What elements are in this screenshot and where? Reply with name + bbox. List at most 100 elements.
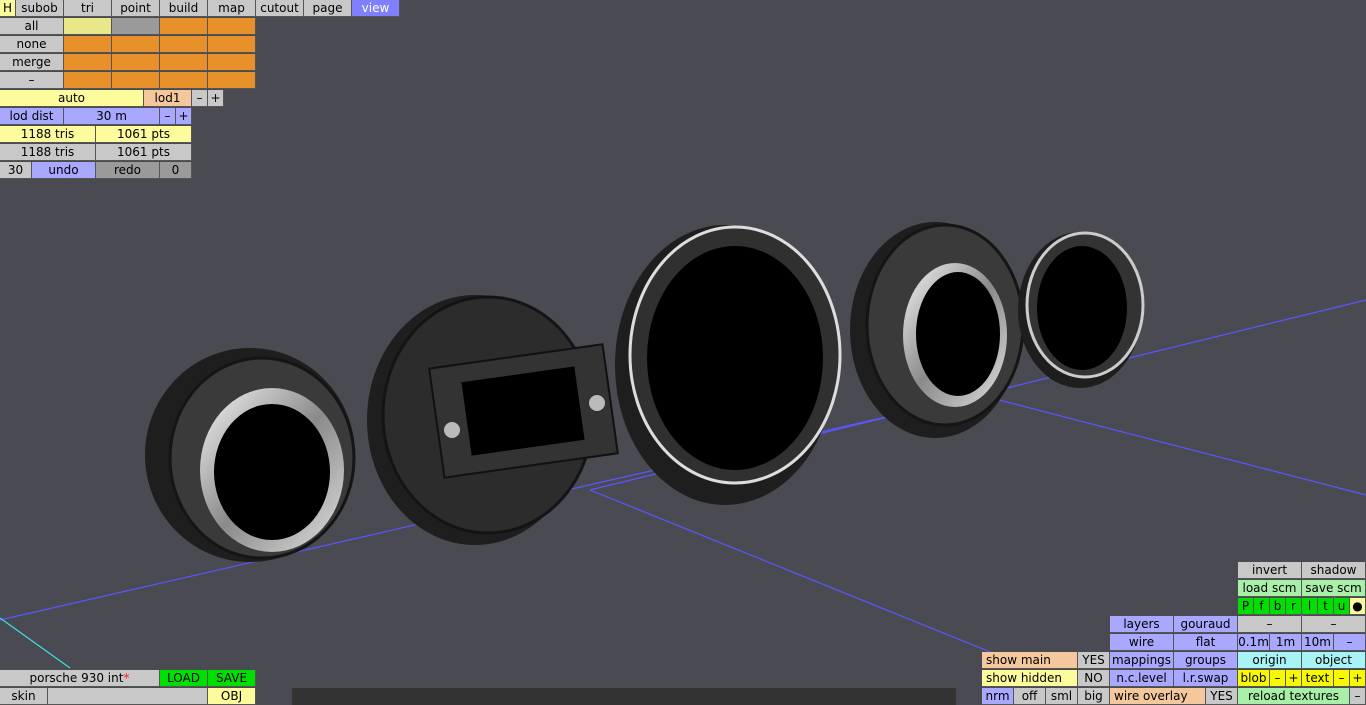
redo-count: 0 (160, 162, 192, 179)
lod-minus-button[interactable]: – (192, 90, 208, 107)
flag-l[interactable]: l (1302, 598, 1318, 615)
flag-f[interactable]: f (1254, 598, 1270, 615)
groups-button[interactable]: groups (1174, 652, 1238, 669)
select-none-button[interactable]: none (0, 36, 64, 53)
dist-10m-button[interactable]: 10m (1302, 634, 1334, 651)
blob-button[interactable]: blob (1238, 670, 1270, 687)
shadow-button[interactable]: shadow (1302, 562, 1366, 579)
axis-line (0, 617, 71, 669)
file-name[interactable]: porsche 930 int* (0, 670, 160, 687)
dist-01m-button[interactable]: 0.1m (1238, 634, 1270, 651)
subob-slot[interactable] (160, 36, 208, 53)
tab-view[interactable]: view (352, 0, 400, 17)
blob-minus-button[interactable]: – (1270, 670, 1286, 687)
lod-plus-button[interactable]: + (208, 90, 224, 107)
object-button[interactable]: object (1302, 652, 1366, 669)
tab-page[interactable]: page (304, 0, 352, 17)
sml-button[interactable]: sml (1046, 688, 1078, 705)
lod-dist-minus-button[interactable]: – (160, 108, 176, 125)
flat-button[interactable]: flat (1174, 634, 1238, 651)
show-main-label: show main (982, 652, 1078, 669)
flag-r[interactable]: r (1286, 598, 1302, 615)
flag-p[interactable]: P (1238, 598, 1254, 615)
subob-slot[interactable] (64, 72, 112, 89)
subob-slot[interactable] (64, 54, 112, 71)
off-button[interactable]: off (1014, 688, 1046, 705)
select-all-button[interactable]: all (0, 18, 64, 35)
show-main-toggle[interactable]: YES (1078, 652, 1110, 669)
undo-count: 30 (0, 162, 32, 179)
tab-build[interactable]: build (160, 0, 208, 17)
text-minus-button[interactable]: – (1334, 670, 1350, 687)
big-button[interactable]: big (1078, 688, 1110, 705)
wire-overlay-label: wire overlay (1110, 688, 1206, 705)
obj-button[interactable]: OBJ (208, 688, 256, 705)
lod-auto-button[interactable]: auto (0, 90, 144, 107)
modified-mark: * (123, 671, 130, 685)
dash-button-right[interactable]: – (1302, 616, 1366, 633)
dist-1m-button[interactable]: 1m (1270, 634, 1302, 651)
layers-button[interactable]: layers (1110, 616, 1174, 633)
load-scm-button[interactable]: load scm (1238, 580, 1302, 597)
reload-textures-button[interactable]: reload textures (1238, 688, 1350, 705)
tab-tri[interactable]: tri (64, 0, 112, 17)
dash-button[interactable]: – (0, 72, 64, 89)
gauge-housing-4 (850, 222, 1025, 438)
load-button[interactable]: LOAD (160, 670, 208, 687)
wire-overlay-toggle[interactable]: YES (1206, 688, 1238, 705)
origin-button[interactable]: origin (1238, 652, 1302, 669)
lod-dist-value[interactable]: 30 m (64, 108, 160, 125)
lod-dist-label: lod dist (0, 108, 64, 125)
subob-slot[interactable] (208, 54, 256, 71)
gouraud-button[interactable]: gouraud (1174, 616, 1238, 633)
subob-slot[interactable] (64, 36, 112, 53)
tab-h[interactable]: H (0, 0, 16, 17)
subob-slot[interactable] (112, 36, 160, 53)
lod-level-button[interactable]: lod1 (144, 90, 192, 107)
mappings-button[interactable]: mappings (1110, 652, 1174, 669)
text-button[interactable]: text (1302, 670, 1334, 687)
subob-slot[interactable] (160, 72, 208, 89)
flag-u[interactable]: u (1334, 598, 1350, 615)
gauge-housing-5 (1018, 231, 1145, 388)
subob-slot[interactable] (112, 18, 160, 35)
undo-button[interactable]: undo (32, 162, 96, 179)
gauge-housing-1 (145, 348, 356, 562)
dash-button-left[interactable]: – (1238, 616, 1302, 633)
subob-slot[interactable] (112, 54, 160, 71)
invert-button[interactable]: invert (1238, 562, 1302, 579)
lr-swap-button[interactable]: l.r.swap (1174, 670, 1238, 687)
wire-button[interactable]: wire (1110, 634, 1174, 651)
skin-label: skin (0, 688, 48, 705)
nc-level-button[interactable]: n.c.level (1110, 670, 1174, 687)
subob-slot[interactable] (160, 18, 208, 35)
flag-dot[interactable]: ● (1350, 598, 1366, 615)
subob-slot[interactable] (160, 54, 208, 71)
redo-button[interactable]: redo (96, 162, 160, 179)
file-name-text: porsche 930 int (29, 671, 124, 685)
save-scm-button[interactable]: save scm (1302, 580, 1366, 597)
blob-plus-button[interactable]: + (1286, 670, 1302, 687)
subob-slot[interactable] (208, 18, 256, 35)
tris-count: 1188 tris (0, 126, 96, 143)
tab-subob[interactable]: subob (16, 0, 64, 17)
subob-slot[interactable] (112, 72, 160, 89)
reload-minus-button[interactable]: – (1350, 688, 1366, 705)
tab-map[interactable]: map (208, 0, 256, 17)
subob-slot[interactable] (208, 72, 256, 89)
lod-dist-plus-button[interactable]: + (176, 108, 192, 125)
save-button[interactable]: SAVE (208, 670, 256, 687)
skin-field[interactable] (48, 688, 208, 705)
flag-t[interactable]: t (1318, 598, 1334, 615)
subob-slot[interactable] (208, 36, 256, 53)
nrm-button[interactable]: nrm (982, 688, 1014, 705)
show-hidden-toggle[interactable]: NO (1078, 670, 1110, 687)
text-plus-button[interactable]: + (1350, 670, 1366, 687)
subob-slot[interactable] (64, 18, 112, 35)
dist-minus-button[interactable]: – (1334, 634, 1366, 651)
tab-point[interactable]: point (112, 0, 160, 17)
tab-cutout[interactable]: cutout (256, 0, 304, 17)
merge-button[interactable]: merge (0, 54, 64, 71)
pts-count: 1061 pts (96, 126, 192, 143)
flag-b[interactable]: b (1270, 598, 1286, 615)
